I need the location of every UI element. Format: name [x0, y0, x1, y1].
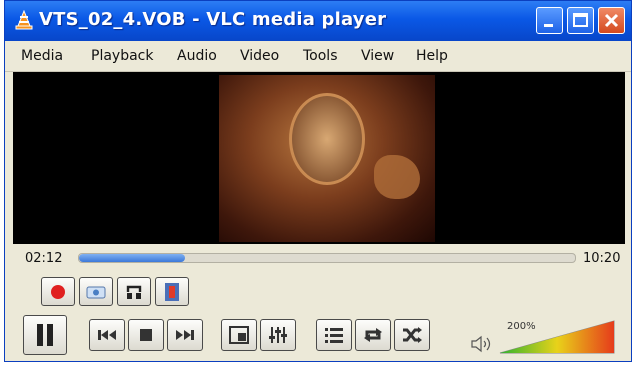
menu-help[interactable]: Help — [416, 48, 448, 64]
speaker-icon[interactable] — [470, 334, 494, 354]
frame-by-frame-icon — [165, 282, 179, 301]
pause-icon — [37, 324, 53, 346]
record-icon — [51, 284, 65, 299]
fullscreen-button[interactable] — [221, 319, 257, 351]
volume-slider[interactable] — [498, 319, 616, 355]
menu-video[interactable]: Video — [240, 48, 279, 64]
next-icon — [176, 330, 194, 340]
vlc-window: VTS_02_4.VOB - VLC media player Media Pl… — [4, 0, 632, 362]
stop-icon — [140, 329, 152, 341]
seek-progress-fill — [79, 254, 185, 262]
previous-button[interactable] — [89, 319, 125, 351]
close-icon — [604, 13, 619, 28]
elapsed-time[interactable]: 02:12 — [25, 251, 62, 266]
shuffle-button[interactable] — [394, 319, 430, 351]
maximize-icon — [573, 13, 588, 27]
menu-audio[interactable]: Audio — [177, 48, 217, 64]
extended-settings-button[interactable] — [260, 319, 296, 351]
extended-settings-icon — [269, 327, 287, 343]
frame-by-frame-button[interactable] — [155, 277, 189, 306]
title-bar[interactable]: VTS_02_4.VOB - VLC media player — [5, 1, 631, 41]
close-button[interactable] — [598, 7, 625, 34]
vlc-cone-icon — [15, 10, 33, 30]
menu-tools[interactable]: Tools — [303, 48, 338, 64]
seek-bar[interactable] — [78, 253, 576, 263]
minimize-icon — [544, 24, 553, 27]
next-button[interactable] — [167, 319, 203, 351]
window-title: VTS_02_4.VOB - VLC media player — [39, 9, 387, 30]
pause-button[interactable] — [23, 315, 67, 355]
playlist-icon — [325, 328, 343, 343]
snapshot-icon — [86, 286, 106, 298]
menu-media[interactable]: Media — [21, 48, 63, 64]
stop-button[interactable] — [128, 319, 164, 351]
loop-ab-button[interactable] — [117, 277, 151, 306]
loop-icon — [364, 328, 382, 342]
video-area[interactable] — [13, 72, 625, 244]
snapshot-button[interactable] — [79, 277, 113, 306]
menu-playback[interactable]: Playback — [91, 48, 153, 64]
previous-icon — [98, 330, 116, 340]
loop-button[interactable] — [355, 319, 391, 351]
playlist-button[interactable] — [316, 319, 352, 351]
menu-bar: Media Playback Audio Video Tools View He… — [5, 41, 631, 72]
maximize-button[interactable] — [567, 7, 594, 34]
minimize-button[interactable] — [536, 7, 563, 34]
video-frame — [219, 75, 435, 242]
video-content-hand — [374, 155, 420, 199]
record-button[interactable] — [41, 277, 75, 306]
video-content-oval — [289, 93, 365, 185]
loop-ab-icon — [126, 285, 142, 299]
total-time[interactable]: 10:20 — [583, 251, 620, 266]
menu-view[interactable]: View — [361, 48, 394, 64]
shuffle-icon — [403, 327, 422, 343]
fullscreen-icon — [229, 326, 249, 344]
